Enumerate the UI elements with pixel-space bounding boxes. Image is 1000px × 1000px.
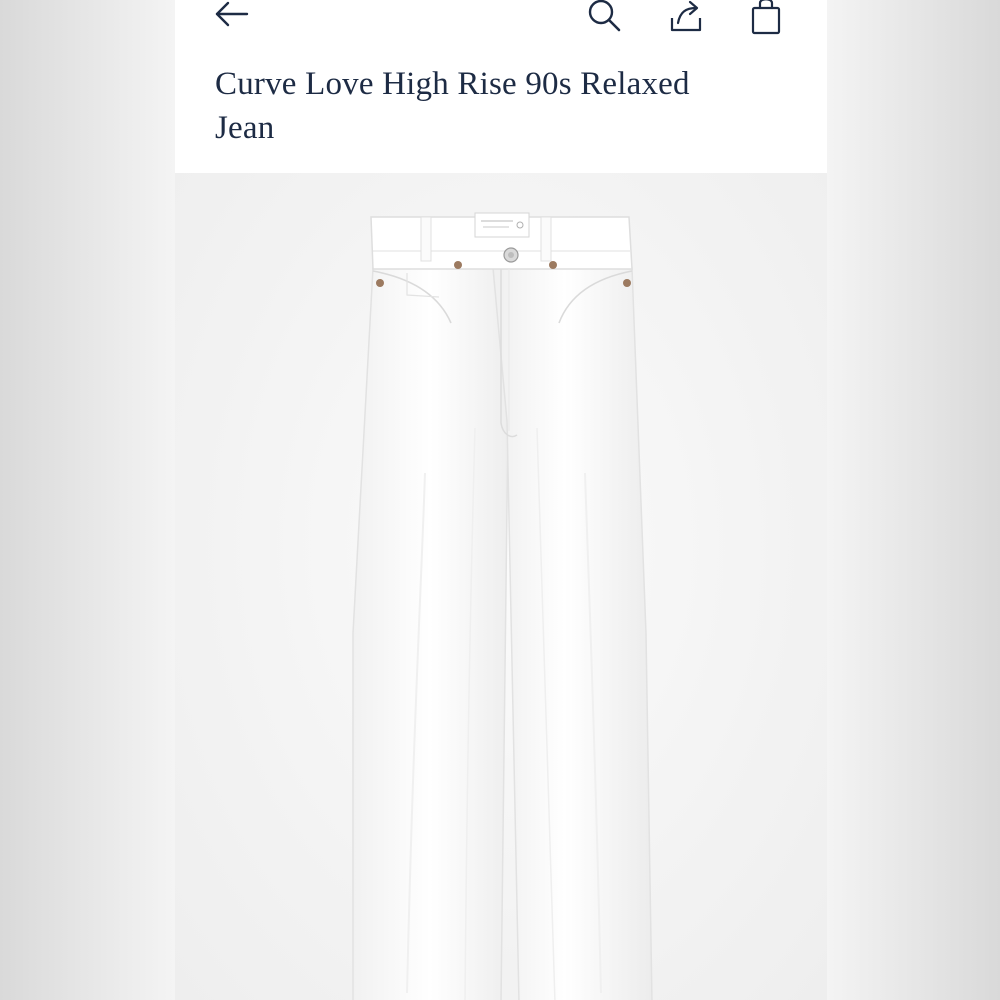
search-icon	[584, 0, 624, 36]
top-navigation-bar	[175, 0, 827, 48]
search-button[interactable]	[584, 0, 624, 36]
product-title: Curve Love High Rise 90s Relaxed Jean	[215, 66, 690, 146]
jeans-left-leg	[352, 267, 509, 1000]
jeans-right-leg	[492, 267, 653, 1000]
shopping-bag-icon	[746, 0, 786, 36]
back-button[interactable]	[211, 0, 251, 36]
arrow-left-icon	[211, 0, 251, 36]
product-page: Curve Love High Rise 90s Relaxed Jean	[175, 0, 827, 1000]
share-icon	[666, 0, 706, 36]
product-image[interactable]	[175, 173, 827, 1000]
brand-label-patch	[474, 212, 530, 238]
share-button[interactable]	[666, 0, 706, 36]
shopping-bag-button[interactable]	[746, 0, 786, 36]
white-jeans-illustration	[352, 212, 653, 1000]
